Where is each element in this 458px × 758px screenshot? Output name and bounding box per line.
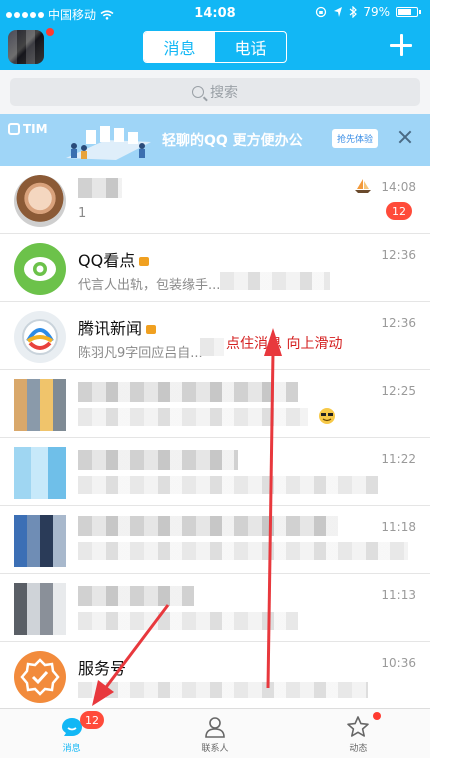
status-bar: 中国移动 14:08 79% (0, 0, 430, 26)
badge-icon (139, 257, 150, 266)
conversation-name: 服务号 (78, 659, 127, 678)
tab-messages-bottom[interactable]: 消息 12 (0, 709, 143, 758)
bottom-tab-bar: 消息 12 联系人 动态 (0, 708, 430, 758)
instruction-annotation: 点住消息 向上滑动 (226, 336, 343, 352)
message-time: 11:13 (381, 588, 416, 602)
conversation-name: QQ看点 (78, 247, 150, 271)
list-item[interactable]: 11:13 (0, 574, 430, 642)
unread-badge: 12 (80, 711, 104, 729)
tab-phone[interactable]: 电话 (215, 32, 286, 62)
message-time: 10:36 (381, 656, 416, 670)
service-account-icon (14, 651, 66, 703)
my-avatar[interactable] (8, 30, 44, 64)
list-item[interactable]: 12:25 (0, 370, 430, 438)
close-icon[interactable] (398, 130, 412, 144)
search-placeholder: 搜索 (210, 85, 238, 101)
list-item[interactable]: 11:18 (0, 506, 430, 574)
tim-star-icon (8, 123, 20, 135)
avatar (14, 379, 66, 431)
header-bar: 中国移动 14:08 79% 消息 电话 (0, 0, 430, 70)
conversation-name: 腾讯新闻 (78, 315, 157, 339)
tab-contacts[interactable]: 联系人 (143, 709, 286, 758)
list-item[interactable]: 服务号 10:36 (0, 642, 430, 710)
notification-dot (372, 712, 381, 720)
banner-illustration (66, 126, 151, 160)
list-item[interactable]: 1 14:08 12 (0, 166, 430, 234)
search-input[interactable]: 搜索 (10, 78, 420, 106)
list-item[interactable]: 11:22 (0, 438, 430, 506)
eye-icon (14, 243, 66, 295)
plus-icon[interactable] (390, 34, 412, 56)
message-phone-switch: 消息 电话 (143, 31, 287, 63)
message-time: 11:18 (381, 520, 416, 534)
boat-icon (355, 179, 371, 193)
avatar (14, 515, 66, 567)
message-time: 14:08 (381, 180, 416, 194)
tab-activity[interactable]: 动态 (287, 709, 430, 758)
try-now-button[interactable]: 抢先体验 (332, 129, 379, 148)
message-preview: 代言人出轨，包装缘手... (78, 278, 221, 293)
emoji-icon (319, 408, 335, 424)
battery-icon (396, 7, 421, 17)
message-time: 12:36 (381, 248, 416, 262)
message-preview: 陈羽凡9字回应吕自... (78, 346, 203, 361)
tab-messages[interactable]: 消息 (144, 32, 215, 62)
star-icon (347, 716, 370, 737)
list-item[interactable]: 腾讯新闻 陈羽凡9字回应吕自... 12:36 (0, 302, 430, 370)
person-icon (205, 717, 225, 738)
battery-percent: 79% (363, 5, 390, 19)
badge-icon (146, 325, 157, 334)
conversation-list: 1 14:08 12 QQ看点 代言人出轨，包装缘手... 12:36 腾讯新闻… (0, 166, 430, 710)
message-preview: 1 (78, 206, 87, 221)
search-icon (192, 86, 204, 98)
message-time: 12:36 (381, 316, 416, 330)
avatar (14, 583, 66, 635)
tim-promo-banner[interactable]: TIM 轻聊的QQ 更方便办公 抢先体验 (0, 114, 430, 166)
message-time: 12:25 (381, 384, 416, 398)
bluetooth-icon (349, 6, 358, 18)
banner-text: 轻聊的QQ 更方便办公 (162, 133, 303, 149)
qq-messages-screen: 中国移动 14:08 79% 消息 电话 搜索 TIM 轻聊的QQ 更方便办公 … (0, 0, 430, 758)
avatar-notification-dot (46, 28, 54, 36)
avatar (14, 175, 66, 227)
search-area: 搜索 (0, 70, 430, 114)
list-item[interactable]: QQ看点 代言人出轨，包装缘手... 12:36 (0, 234, 430, 302)
message-time: 11:22 (381, 452, 416, 466)
rotation-lock-icon (316, 6, 327, 18)
location-icon (334, 7, 343, 17)
avatar (14, 447, 66, 499)
unread-badge: 12 (386, 202, 412, 220)
tim-logo: TIM (8, 122, 48, 136)
tencent-news-icon (14, 311, 66, 363)
